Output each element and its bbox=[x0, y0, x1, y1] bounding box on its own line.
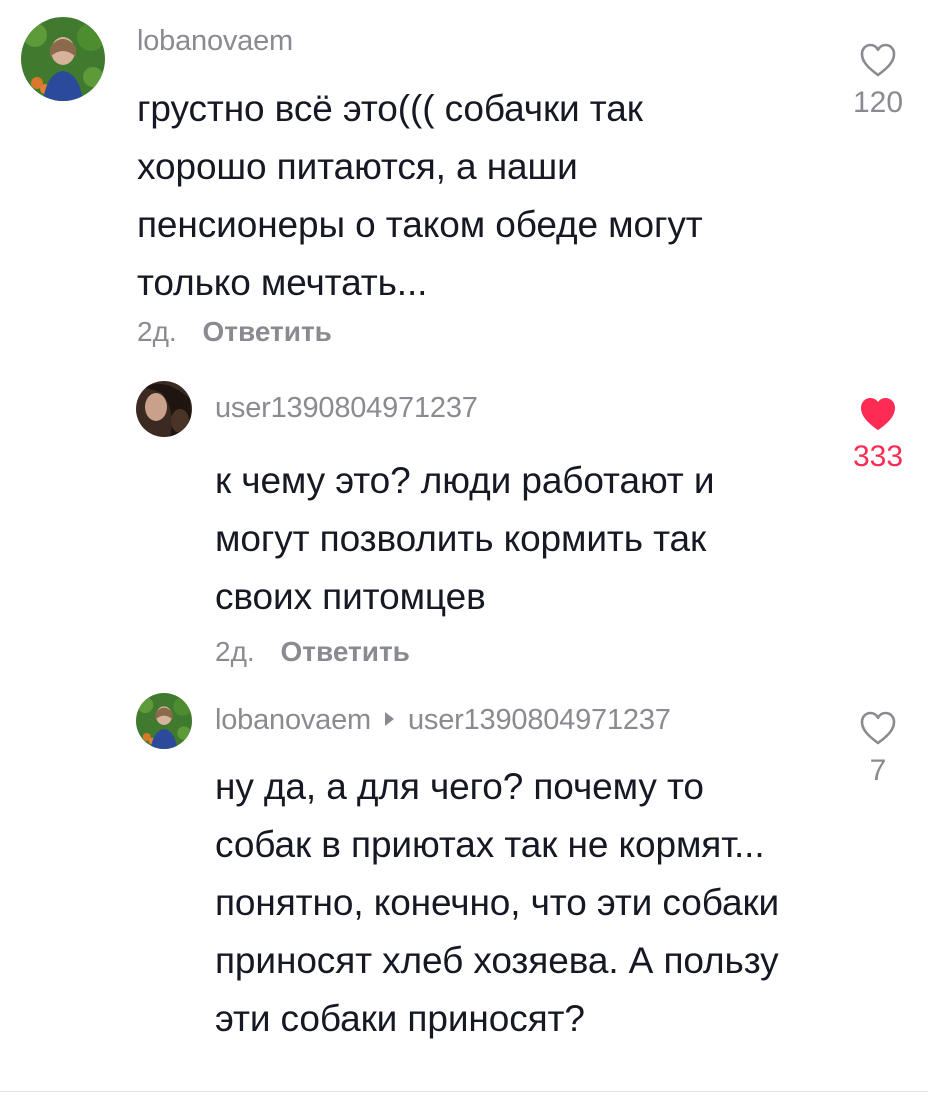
like-button[interactable]: 120 bbox=[838, 42, 918, 120]
avatar[interactable] bbox=[21, 17, 105, 101]
reply-header: lobanovaem user1390804971237 bbox=[215, 704, 671, 737]
like-button[interactable]: 7 bbox=[838, 710, 918, 788]
comment-username[interactable]: lobanovaem bbox=[215, 704, 371, 736]
comment-text: грустно всё это((( собачки так хорошо пи… bbox=[137, 88, 703, 303]
heart-outline-icon bbox=[860, 711, 896, 745]
reply-button[interactable]: Ответить bbox=[280, 636, 409, 667]
like-count: 120 bbox=[852, 86, 904, 119]
comment-username[interactable]: lobanovaem bbox=[137, 25, 293, 58]
reply-item: user1390804971237 к чему это? люди работ… bbox=[0, 360, 928, 680]
comment-text: ну да, а для чего? почему то собак в при… bbox=[215, 766, 780, 1039]
comment-item: lobanovaem грустно всё это((( собачки та… bbox=[0, 0, 928, 360]
like-count: 7 bbox=[869, 754, 887, 787]
avatar[interactable] bbox=[136, 693, 192, 749]
like-count: 333 bbox=[852, 440, 904, 473]
avatar-image bbox=[136, 693, 192, 749]
reply-button[interactable]: Ответить bbox=[202, 316, 331, 347]
comment-meta: 2д. Ответить bbox=[215, 636, 410, 668]
comment-text: к чему это? люди работают и могут позвол… bbox=[215, 460, 715, 617]
reply-item: lobanovaem user1390804971237 ну да, а для… bbox=[0, 680, 928, 1110]
like-button[interactable]: 333 bbox=[838, 396, 918, 474]
comment-time: 2д. bbox=[215, 636, 255, 667]
heart-outline-icon bbox=[860, 43, 896, 77]
heart-filled-icon bbox=[861, 398, 895, 430]
caret-right-icon bbox=[385, 712, 394, 726]
avatar-image bbox=[21, 17, 105, 101]
comment-meta: 2д. Ответить bbox=[137, 316, 332, 348]
comment-username[interactable]: user1390804971237 bbox=[215, 392, 478, 425]
avatar[interactable] bbox=[136, 381, 192, 437]
avatar-image bbox=[136, 381, 192, 437]
reply-to-username[interactable]: user1390804971237 bbox=[408, 704, 671, 736]
comment-time: 2д. bbox=[137, 316, 177, 347]
divider bbox=[0, 1091, 928, 1092]
